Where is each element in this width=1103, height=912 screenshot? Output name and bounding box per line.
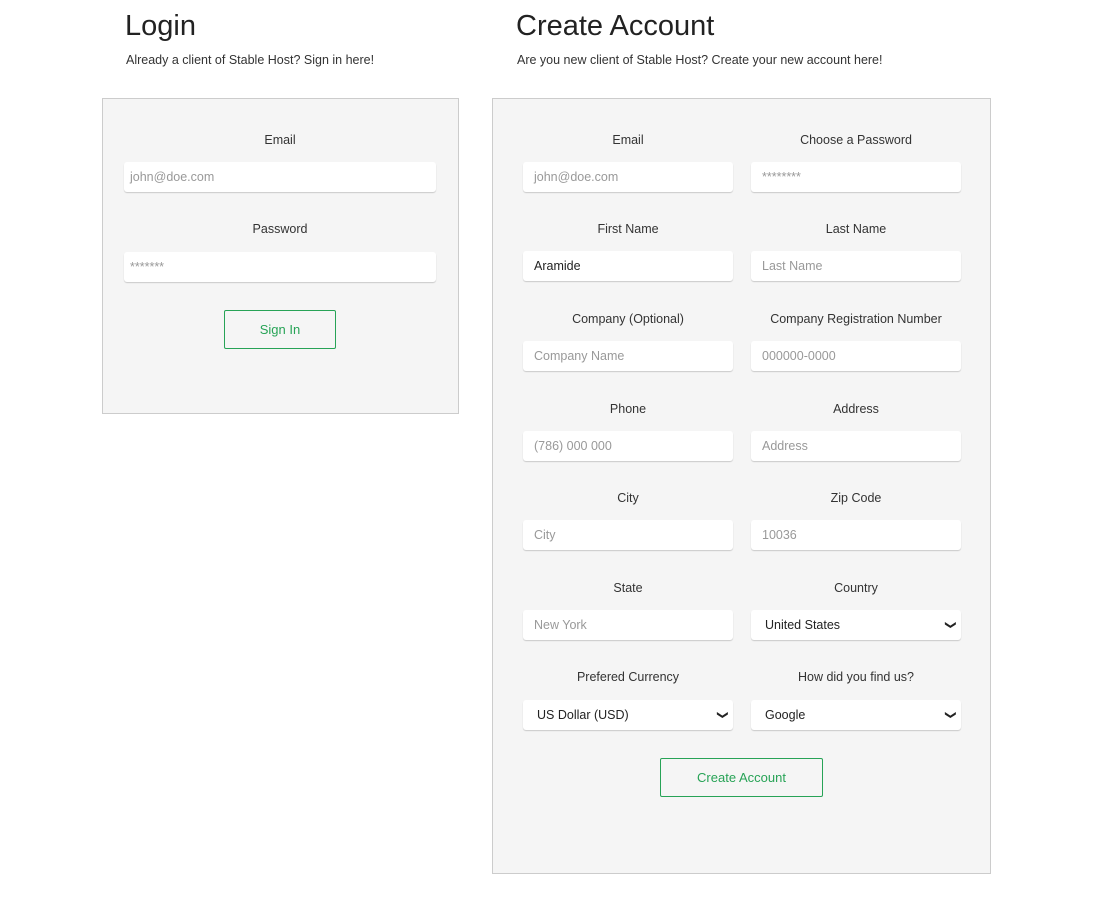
company-placeholder: Company Name (534, 349, 625, 363)
company-input[interactable]: Company Name (523, 341, 733, 371)
chevron-down-icon: ❯ (944, 620, 957, 630)
country-label: Country (834, 581, 878, 595)
last-name-label: Last Name (825, 222, 887, 236)
zip-code-input[interactable]: 10036 (751, 520, 961, 550)
zip-code-placeholder: 10036 (762, 528, 797, 542)
state-input[interactable]: New York (523, 610, 733, 640)
login-password-input[interactable]: ******* (124, 252, 436, 282)
create-account-button[interactable]: Create Account (660, 758, 823, 797)
first-name-value: Aramide (534, 259, 581, 273)
email-input[interactable]: john@doe.com (523, 162, 733, 192)
country-select[interactable]: United States ❯ (751, 610, 961, 640)
zip-code-label: Zip Code (830, 491, 882, 505)
company-registration-placeholder: 000000-0000 (762, 349, 836, 363)
login-password-placeholder: ******* (130, 260, 165, 274)
last-name-input[interactable]: Last Name (751, 251, 961, 281)
referral-label: How did you find us? (797, 670, 915, 684)
referral-selected-value: Google (765, 708, 806, 722)
country-selected-value: United States (765, 618, 841, 632)
company-registration-label: Company Registration Number (770, 312, 942, 326)
first-name-input[interactable]: Aramide (523, 251, 733, 281)
address-input[interactable]: Address (751, 431, 961, 461)
create-account-title: Create Account (516, 10, 715, 42)
email-label: Email (612, 133, 644, 147)
state-label: State (613, 581, 643, 595)
phone-placeholder: (786) 000 000 (534, 439, 612, 453)
city-placeholder: City (534, 528, 556, 542)
currency-select[interactable]: US Dollar (USD) ❯ (523, 700, 733, 730)
currency-label: Prefered Currency (576, 670, 680, 684)
company-label: Company (Optional) (572, 312, 684, 326)
email-placeholder: john@doe.com (534, 170, 619, 184)
address-placeholder: Address (762, 439, 808, 453)
login-title: Login (125, 10, 196, 42)
password-label: Choose a Password (800, 133, 912, 147)
login-email-input[interactable]: john@doe.com (124, 162, 436, 192)
city-label: City (617, 491, 639, 505)
phone-label: Phone (609, 402, 647, 416)
create-account-subtitle: Are you new client of Stable Host? Creat… (517, 53, 883, 67)
login-password-label: Password (252, 222, 308, 236)
company-registration-input[interactable]: 000000-0000 (751, 341, 961, 371)
login-email-label: Email (264, 133, 296, 147)
login-email-placeholder: john@doe.com (130, 170, 215, 184)
chevron-down-icon: ❯ (716, 710, 729, 720)
first-name-label: First Name (597, 222, 659, 236)
password-placeholder: ******** (762, 170, 801, 184)
currency-selected-value: US Dollar (USD) (537, 708, 629, 722)
state-placeholder: New York (534, 618, 587, 632)
sign-in-button[interactable]: Sign In (224, 310, 336, 349)
last-name-placeholder: Last Name (762, 259, 823, 273)
address-label: Address (833, 402, 879, 416)
login-subtitle: Already a client of Stable Host? Sign in… (126, 53, 375, 67)
password-input[interactable]: ******** (751, 162, 961, 192)
chevron-down-icon: ❯ (944, 710, 957, 720)
phone-input[interactable]: (786) 000 000 (523, 431, 733, 461)
city-input[interactable]: City (523, 520, 733, 550)
referral-select[interactable]: Google ❯ (751, 700, 961, 730)
